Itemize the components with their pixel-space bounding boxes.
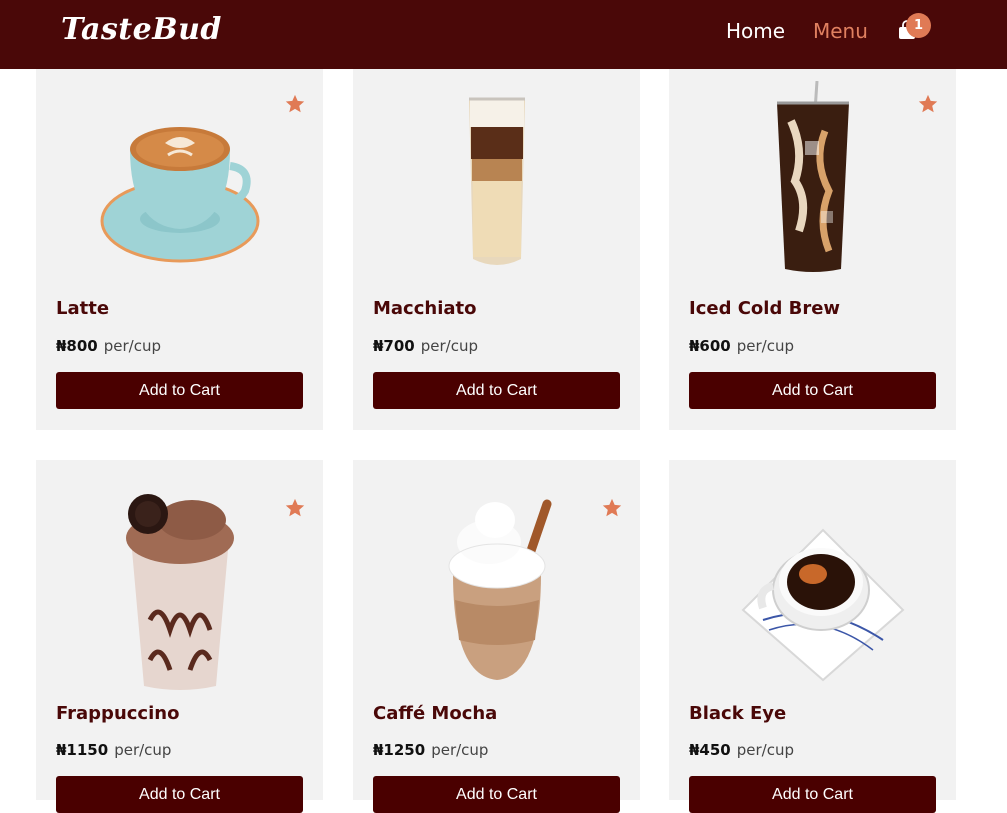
product-price: ₦600 <box>689 337 731 355</box>
price-row: ₦800 per/cup <box>56 337 161 355</box>
nav-menu-link[interactable]: Menu <box>813 19 868 43</box>
iced-cold-brew-image <box>669 81 956 277</box>
product-price: ₦1150 <box>56 741 109 759</box>
latte-image <box>36 81 323 277</box>
product-card-macchiato: Macchiato ₦700 per/cup Add to Cart <box>353 45 640 430</box>
add-to-cart-button[interactable]: Add to Cart <box>373 372 620 409</box>
price-unit: per/cup <box>431 741 489 759</box>
product-card-caffe-mocha: Caffé Mocha ₦1250 per/cup Add to Cart <box>353 460 640 813</box>
price-row: ₦1250 per/cup <box>373 741 488 759</box>
product-name: Iced Cold Brew <box>689 298 841 319</box>
price-row: ₦450 per/cup <box>689 741 794 759</box>
add-to-cart-button[interactable]: Add to Cart <box>56 776 303 813</box>
price-unit: per/cup <box>114 741 172 759</box>
price-row: ₦600 per/cup <box>689 337 794 355</box>
price-row: ₦1150 per/cup <box>56 741 171 759</box>
product-name: Frappuccino <box>56 703 180 724</box>
product-card-black-eye: Black Eye ₦450 per/cup Add to Cart <box>669 460 956 813</box>
product-price: ₦1250 <box>373 741 426 759</box>
cart-count-badge: 1 <box>906 13 931 38</box>
price-unit: per/cup <box>736 337 794 355</box>
add-to-cart-button[interactable]: Add to Cart <box>689 372 936 409</box>
product-card-frappuccino: Frappuccino ₦1150 per/cup Add to Cart <box>36 460 323 813</box>
add-to-cart-button[interactable]: Add to Cart <box>689 776 936 813</box>
product-card-iced-cold-brew: Iced Cold Brew ₦600 per/cup Add to Cart <box>669 45 956 430</box>
add-to-cart-button[interactable]: Add to Cart <box>56 372 303 409</box>
logo[interactable]: TasteBud <box>61 12 222 47</box>
product-name: Black Eye <box>689 703 787 724</box>
nav-home-link[interactable]: Home <box>726 19 785 43</box>
caffe-mocha-image <box>353 490 640 692</box>
price-unit: per/cup <box>420 337 478 355</box>
product-price: ₦700 <box>373 337 415 355</box>
product-name: Macchiato <box>373 298 477 319</box>
price-unit: per/cup <box>736 741 794 759</box>
product-name: Caffé Mocha <box>373 703 498 724</box>
product-name: Latte <box>56 298 110 319</box>
price-unit: per/cup <box>103 337 161 355</box>
navbar: TasteBud Home Menu 1 <box>0 0 1007 69</box>
product-card-latte: Latte ₦800 per/cup Add to Cart <box>36 45 323 430</box>
price-row: ₦700 per/cup <box>373 337 478 355</box>
product-price: ₦450 <box>689 741 731 759</box>
macchiato-image <box>353 81 640 277</box>
black-eye-image <box>669 490 956 692</box>
add-to-cart-button[interactable]: Add to Cart <box>373 776 620 813</box>
frappuccino-image <box>36 490 323 692</box>
product-price: ₦800 <box>56 337 98 355</box>
